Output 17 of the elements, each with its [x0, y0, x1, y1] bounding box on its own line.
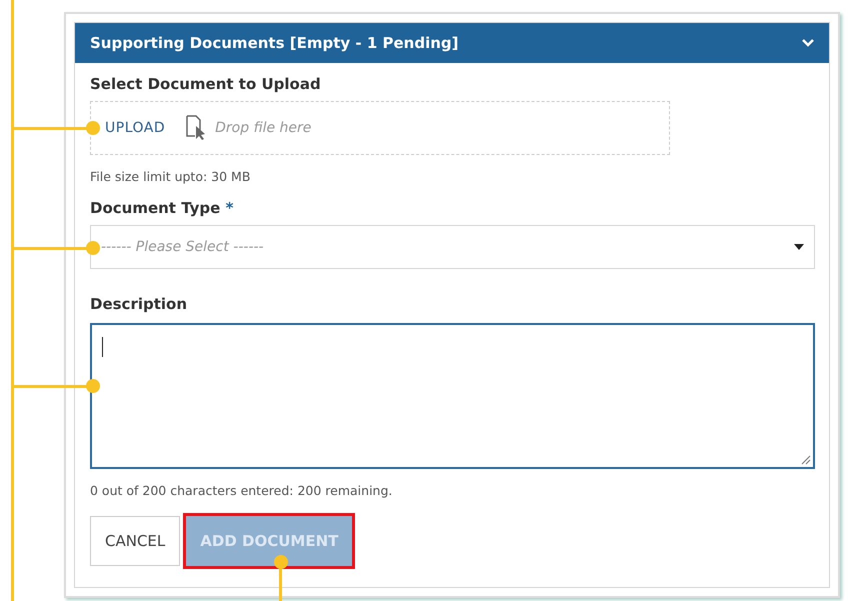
callout-drawing — [274, 555, 288, 601]
panel-title: Supporting Documents [Empty - 1 Pending] — [90, 34, 458, 52]
description-label: Description — [90, 295, 188, 313]
file-cursor-icon — [185, 115, 208, 141]
character-counter: 0 out of 200 characters entered: 200 remaining. — [90, 483, 394, 498]
cancel-button[interactable]: CANCEL — [90, 516, 180, 566]
document-type-label: Document Type — [90, 199, 222, 217]
drop-hint: Drop file here — [215, 120, 312, 136]
panel-header[interactable]: Supporting Documents [Empty - 1 Pending] — [75, 23, 829, 63]
upload-label: Select Document to Upload — [90, 75, 322, 93]
upload-button[interactable]: UPLOAD — [105, 120, 166, 136]
resize-handle-icon[interactable] — [801, 455, 811, 465]
chevron-icon[interactable] — [801, 38, 815, 48]
dropdown-caret-icon — [794, 244, 804, 250]
required-mark: * — [226, 199, 234, 217]
description-field[interactable] — [90, 323, 815, 469]
file-size-note: File size limit upto: 30 MB — [90, 169, 252, 184]
